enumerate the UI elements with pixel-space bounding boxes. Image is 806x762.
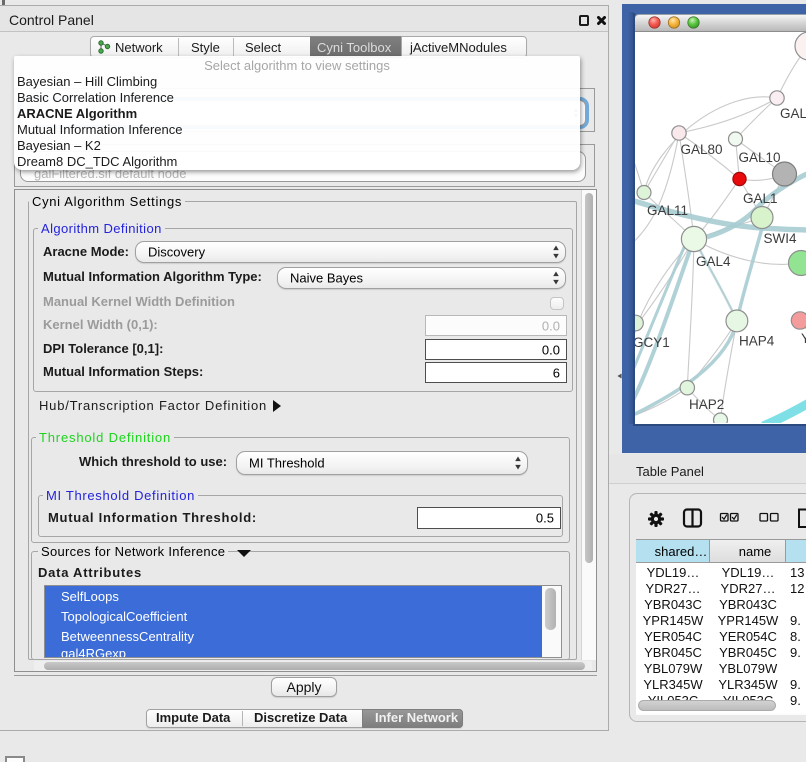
svg-text:SWI4: SWI4 (764, 231, 797, 246)
svg-text:GAL1: GAL1 (743, 191, 778, 206)
svg-text:GCY1: GCY1 (635, 335, 670, 350)
svg-text:GAL11: GAL11 (647, 203, 688, 218)
svg-text:GAL80: GAL80 (681, 142, 723, 157)
svg-text:GAL4: GAL4 (696, 254, 731, 269)
svg-text:Y: Y (801, 331, 806, 346)
svg-text:HAP2: HAP2 (689, 397, 724, 412)
svg-text:HAP4: HAP4 (739, 334, 775, 349)
svg-text:GAL10: GAL10 (739, 150, 781, 165)
svg-text:GAL: GAL (780, 106, 806, 121)
